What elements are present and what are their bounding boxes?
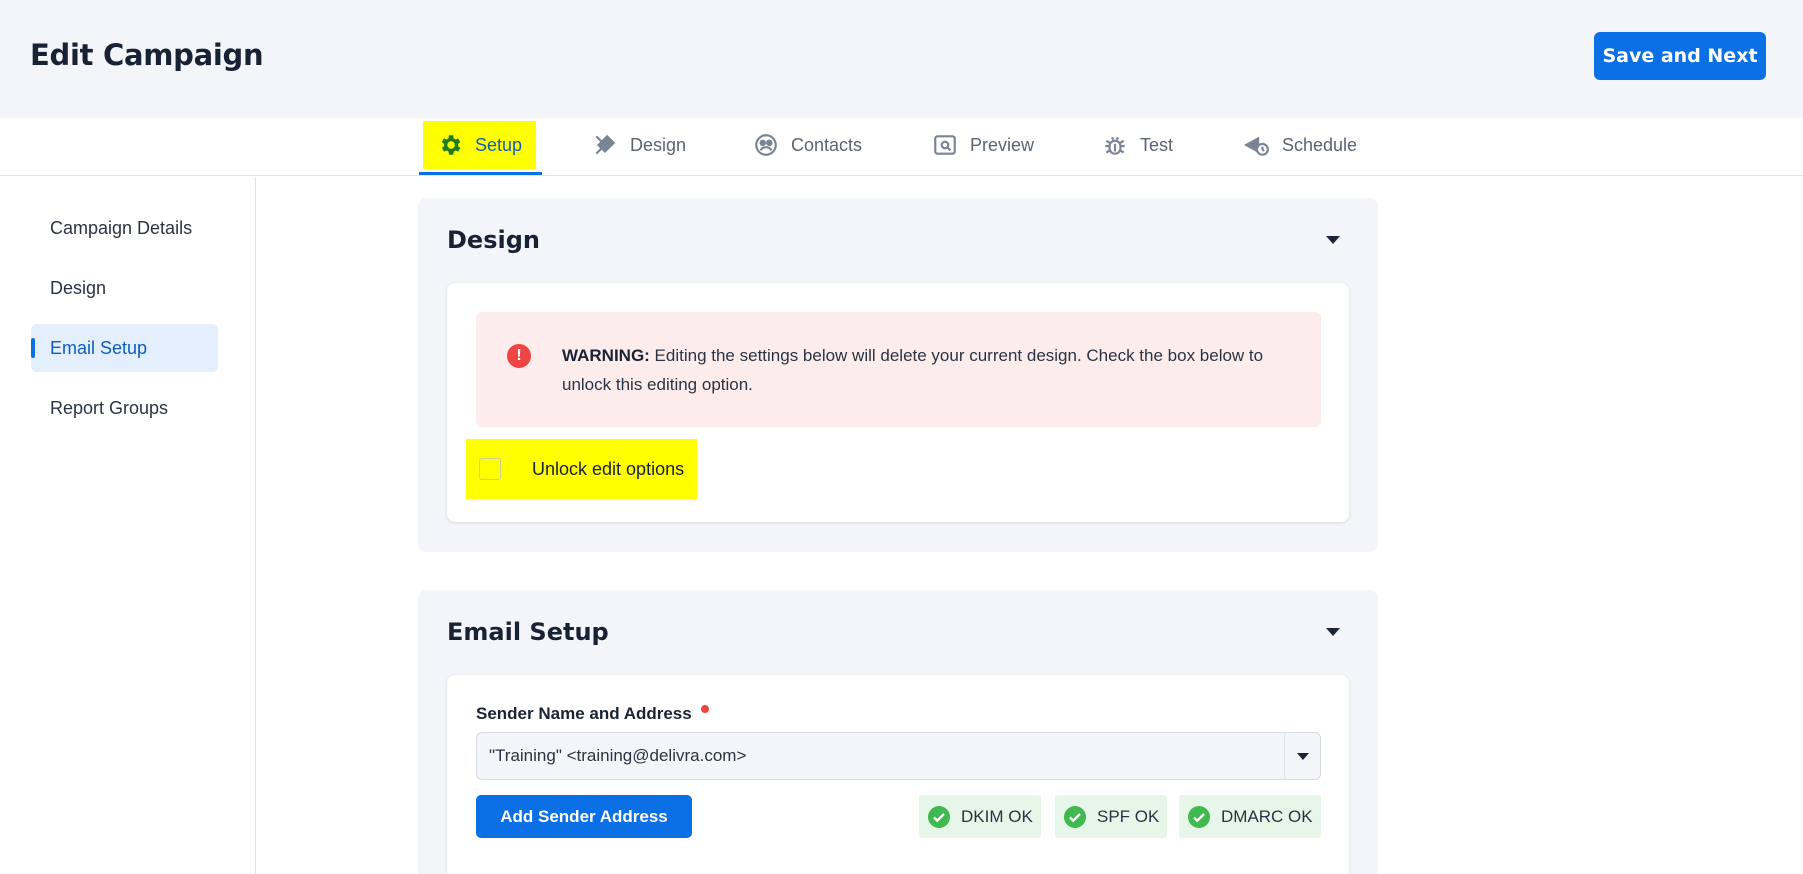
spf-status-badge: SPF OK: [1055, 795, 1168, 838]
required-indicator: [701, 705, 709, 713]
sender-select-value: "Training" <training@delivra.com>: [489, 746, 747, 765]
tab-label: Preview: [970, 134, 1035, 155]
unlock-label: Unlock edit options: [532, 458, 685, 479]
chevron-down-icon[interactable]: [1284, 733, 1320, 779]
dkim-status-badge: DKIM OK: [919, 795, 1041, 838]
tab-label: Contacts: [791, 134, 863, 155]
sender-field-label: Sender Name and Address: [476, 704, 692, 723]
tab-contacts[interactable]: Contacts: [753, 121, 862, 169]
tab-preview[interactable]: Preview: [932, 121, 1034, 169]
add-sender-address-button[interactable]: Add Sender Address: [476, 795, 692, 838]
design-tools-icon: [595, 134, 616, 155]
page-header: Edit Campaign Save and Next: [0, 0, 1803, 118]
email-setup-section: Email Setup Sender Name and Address "Tra…: [418, 590, 1378, 874]
tab-label: Design: [630, 134, 687, 155]
sender-select[interactable]: "Training" <training@delivra.com>: [476, 732, 1321, 780]
section-title: Design: [447, 226, 540, 254]
active-tab-indicator: [419, 172, 542, 175]
tab-label: Setup: [475, 134, 523, 155]
unlock-edit-options[interactable]: Unlock edit options: [466, 439, 697, 499]
alert-icon: !: [507, 344, 531, 368]
sidebar-item-design[interactable]: Design: [31, 264, 218, 312]
check-circle-icon: [1188, 805, 1210, 828]
check-circle-icon: [1064, 805, 1086, 828]
tab-label: Schedule: [1282, 134, 1358, 155]
section-title: Email Setup: [447, 618, 609, 646]
save-and-next-button[interactable]: Save and Next: [1594, 32, 1766, 80]
collapse-caret-icon[interactable]: [1326, 628, 1340, 636]
contacts-icon: [755, 134, 777, 156]
tab-test[interactable]: Test: [1102, 121, 1173, 169]
warning-alert: ! WARNING: Editing the settings below wi…: [476, 312, 1321, 427]
tab-bar: Setup Design Contacts Preview Test Sched…: [0, 118, 1803, 176]
preview-icon: [934, 135, 956, 155]
tab-design[interactable]: Design: [592, 121, 686, 169]
bug-icon: [1105, 136, 1125, 155]
gear-icon: [441, 135, 461, 155]
sidebar-item-campaign-details[interactable]: Campaign Details: [31, 204, 218, 252]
sidebar-item-email-setup[interactable]: Email Setup: [31, 324, 218, 372]
check-circle-icon: [928, 805, 950, 828]
warning-message: WARNING: Editing the settings below will…: [562, 341, 1302, 399]
schedule-icon: [1244, 136, 1269, 156]
badge-label: DMARC OK: [1221, 806, 1313, 826]
badge-label: DKIM OK: [961, 806, 1033, 826]
warning-body: Editing the settings below will delete y…: [562, 346, 1264, 394]
dmarc-status-badge: DMARC OK: [1179, 795, 1321, 838]
tab-setup[interactable]: Setup: [423, 121, 537, 169]
sidebar-item-report-groups[interactable]: Report Groups: [31, 384, 218, 432]
unlock-checkbox[interactable]: [479, 458, 501, 480]
tab-schedule[interactable]: Schedule: [1244, 121, 1357, 169]
warning-strong: WARNING:: [562, 346, 650, 365]
design-card: ! WARNING: Editing the settings below wi…: [447, 283, 1349, 522]
collapse-caret-icon[interactable]: [1326, 236, 1340, 244]
sidebar: Campaign Details Design Email Setup Repo…: [0, 177, 256, 874]
design-section: Design ! WARNING: Editing the settings b…: [418, 198, 1378, 552]
email-setup-card: Sender Name and Address "Training" <trai…: [447, 675, 1349, 874]
tab-label: Test: [1140, 134, 1174, 155]
page-title: Edit Campaign: [30, 38, 264, 72]
badge-label: SPF OK: [1097, 806, 1160, 826]
